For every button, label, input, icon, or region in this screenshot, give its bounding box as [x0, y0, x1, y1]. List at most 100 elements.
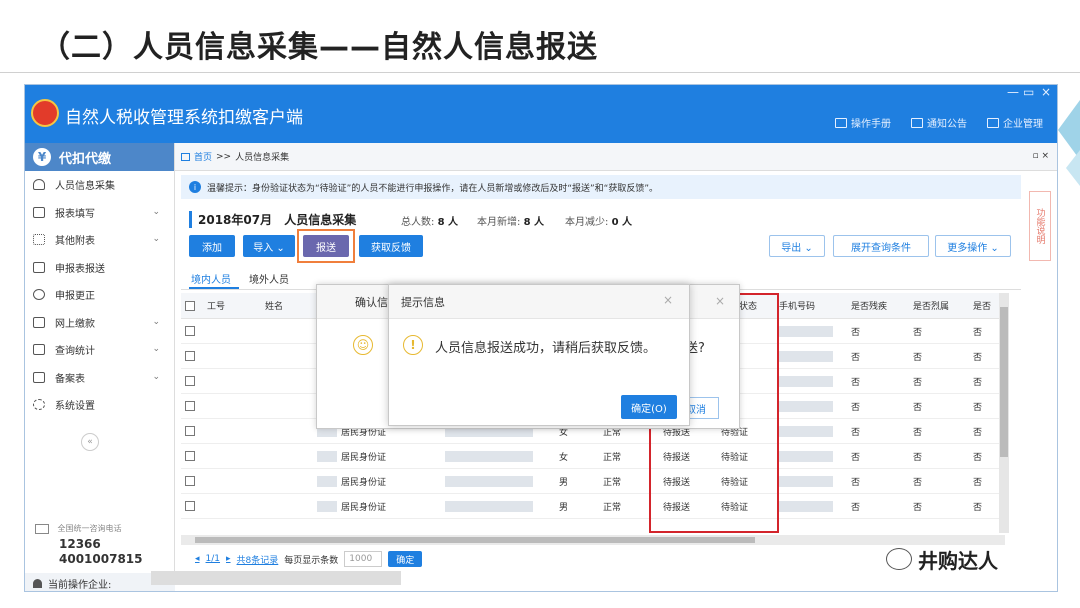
mail-icon — [911, 117, 923, 128]
sidebar-item-query-stats[interactable]: 查询统计 ⌄ — [25, 336, 174, 364]
close-button[interactable]: × — [1041, 85, 1051, 99]
cell-martyr: 否 — [913, 427, 923, 438]
yen-icon: ¥ — [33, 148, 51, 166]
folder-icon — [33, 316, 45, 328]
per-page-input[interactable]: 1000 — [344, 551, 383, 567]
sidebar-item-report-fill[interactable]: 报表填写 ⌄ — [25, 199, 174, 227]
manual-link[interactable]: 操作手册 — [835, 115, 891, 130]
more-actions-button[interactable]: 更多操作 ⌄ — [935, 235, 1011, 257]
chevron-down-icon: ⌄ — [152, 206, 160, 217]
add-button[interactable]: 添加 — [189, 235, 235, 257]
sidebar-item-settings[interactable]: 系统设置 — [25, 391, 174, 419]
sidebar-header[interactable]: ¥ 代扣代缴 — [25, 143, 174, 171]
smile-icon: ☺ — [353, 335, 373, 355]
cell-disabled: 否 — [851, 452, 861, 463]
close-icon[interactable]: × — [715, 294, 725, 308]
company-link[interactable]: 企业管理 — [987, 115, 1043, 130]
cell-gender: 男 — [559, 477, 569, 488]
redacted-value — [445, 475, 533, 487]
chevron-down-icon: ⌄ — [152, 344, 160, 354]
gear-icon — [33, 399, 45, 411]
table-row[interactable]: 居民身份证男正常 待报送 待验证否否否 — [181, 494, 1005, 519]
prev-page-button[interactable]: ◂ — [195, 554, 200, 564]
col-disabled: 是否残疾 — [851, 302, 888, 312]
col-job-no: 工号 — [207, 302, 226, 312]
breadcrumb: 首页 >> 人员信息采集 ▫ × — [175, 143, 1057, 171]
row-checkbox[interactable] — [185, 451, 195, 461]
close-icon[interactable]: × — [663, 293, 673, 307]
redacted-value — [779, 325, 833, 337]
sidebar-item-other-tables[interactable]: 其他附表 ⌄ — [25, 226, 174, 254]
cell-id-type: 居民身份证 — [341, 502, 387, 513]
col-martyr: 是否烈属 — [913, 302, 950, 312]
redacted-value — [779, 450, 833, 462]
sidebar-item-report-correct[interactable]: 申报更正 — [25, 281, 174, 309]
chevron-down-icon: ⌄ — [152, 234, 160, 244]
get-feedback-button[interactable]: 获取反馈 — [359, 235, 423, 257]
maximize-button[interactable]: ▭ — [1023, 85, 1034, 99]
row-checkbox[interactable] — [185, 376, 195, 386]
minimize-button[interactable]: — — [1007, 85, 1019, 99]
collapse-sidebar-button[interactable]: « — [81, 433, 99, 451]
cell-disabled: 否 — [851, 352, 861, 363]
select-all-checkbox[interactable] — [185, 300, 195, 311]
import-button[interactable]: 导入 ⌄ — [243, 235, 295, 257]
row-checkbox[interactable] — [185, 426, 195, 436]
redacted-value — [317, 450, 337, 462]
report-button[interactable]: 报送 — [303, 235, 349, 257]
tab-foreign[interactable]: 境外人员 — [249, 271, 289, 286]
ok-button[interactable]: 确定(O) — [621, 395, 677, 419]
phone-label: 全国统一咨询电话 — [35, 523, 122, 534]
redacted-value — [779, 425, 833, 437]
phone-number-2: 4001007815 — [59, 552, 143, 566]
cell-disabled: 否 — [851, 477, 861, 488]
export-button[interactable]: 导出 ⌄ — [769, 235, 825, 257]
row-checkbox[interactable] — [185, 401, 195, 411]
help-side-tab[interactable]: 功能说明 — [1029, 191, 1051, 261]
list-icon — [33, 344, 45, 356]
chevron-down-icon: ⌄ — [152, 316, 160, 327]
redacted-value — [317, 475, 337, 487]
tab-controls[interactable]: ▫ × — [1032, 151, 1049, 161]
redacted-value — [779, 350, 833, 362]
building-icon — [987, 117, 999, 128]
stat-new: 本月新增: 8 人 — [477, 217, 545, 228]
period-title: 2018年07月 人员信息采集 — [189, 211, 356, 228]
slide-title: （二）人员信息采集——自然人信息报送 — [40, 30, 598, 65]
info-dialog-title: 提示信息 — [389, 285, 689, 319]
row-checkbox[interactable] — [185, 501, 195, 511]
sidebar-item-online-payment[interactable]: 网上缴款 ⌄ — [25, 309, 174, 337]
cell-id-type: 居民身份证 — [341, 452, 387, 463]
vertical-scrollbar[interactable] — [999, 293, 1009, 533]
per-page-label: 每页显示条数 — [284, 555, 339, 566]
row-checkbox[interactable] — [185, 351, 195, 361]
cell-martyr: 否 — [913, 502, 923, 513]
row-checkbox[interactable] — [185, 476, 195, 486]
tab-domestic[interactable]: 境内人员 — [191, 271, 231, 286]
next-page-button[interactable]: ▸ — [226, 554, 231, 564]
horizontal-scrollbar[interactable] — [181, 535, 1005, 545]
document-icon — [33, 261, 45, 273]
alert-icon: ! — [403, 335, 423, 355]
page-indicator[interactable]: 1/1 — [206, 554, 220, 564]
table-row[interactable]: 居民身份证男正常 待报送 待验证否否否 — [181, 469, 1005, 494]
cell-martyr: 否 — [913, 352, 923, 363]
tax-emblem-icon — [31, 99, 59, 127]
cell-martyr: 否 — [913, 402, 923, 413]
breadcrumb-home[interactable]: 首页 — [194, 150, 212, 163]
grid-icon — [33, 234, 45, 246]
sidebar-item-person-info[interactable]: 人员信息采集 — [25, 171, 174, 199]
sidebar-item-report-submit[interactable]: 申报表报送 — [25, 254, 174, 282]
pager-confirm-button[interactable]: 确定 — [388, 551, 423, 567]
wechat-icon — [886, 548, 912, 570]
phone-icon — [35, 523, 49, 534]
sidebar-item-filing[interactable]: 备案表 ⌄ — [25, 364, 174, 392]
row-checkbox[interactable] — [185, 326, 195, 336]
expand-query-button[interactable]: 展开查询条件 — [833, 235, 929, 257]
cell-martyr: 否 — [913, 327, 923, 338]
notice-link[interactable]: 通知公告 — [911, 115, 967, 130]
file-icon — [33, 371, 45, 383]
notice-bar: i 温馨提示：身份验证状态为“待验证”的人员不能进行申报操作，请在人员新增或修改… — [181, 175, 1021, 199]
watermark: 井购达人 — [886, 544, 1056, 574]
table-row[interactable]: 居民身份证女正常 待报送 待验证否否否 — [181, 444, 1005, 469]
